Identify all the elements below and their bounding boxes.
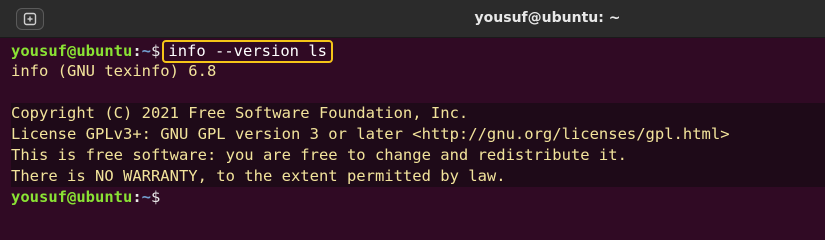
prompt-dollar: $ (151, 188, 161, 206)
prompt-path: ~ (141, 188, 152, 206)
highlighted-command: info --version ls (162, 40, 333, 63)
prompt-dollar: $ (151, 42, 161, 60)
prompt-path: ~ (141, 42, 152, 60)
window-title: yousuf@ubuntu: ~ (474, 10, 621, 26)
prompt-colon: : (132, 42, 142, 60)
prompt-line: yousuf@ubuntu:~$ (11, 187, 825, 208)
output-line: Copyright (C) 2021 Free Software Foundat… (11, 103, 825, 124)
prompt-user-host: yousuf@ubuntu (11, 42, 133, 60)
title-bar: yousuf@ubuntu: ~ (0, 0, 825, 38)
output-line: info (GNU texinfo) 6.8 (11, 62, 217, 80)
prompt-user-host: yousuf@ubuntu (11, 188, 133, 206)
output-line: There is NO WARRANTY, to the extent perm… (11, 166, 825, 187)
command-line: yousuf@ubuntu:~$ info --version ls (11, 40, 825, 63)
output-line: This is free software: you are free to c… (11, 145, 825, 166)
prompt-colon: : (132, 188, 142, 206)
terminal-output-area[interactable]: yousuf@ubuntu:~$ info --version ls info (… (0, 38, 825, 208)
output-line: License GPLv3+: GNU GPL version 3 or lat… (11, 124, 825, 145)
